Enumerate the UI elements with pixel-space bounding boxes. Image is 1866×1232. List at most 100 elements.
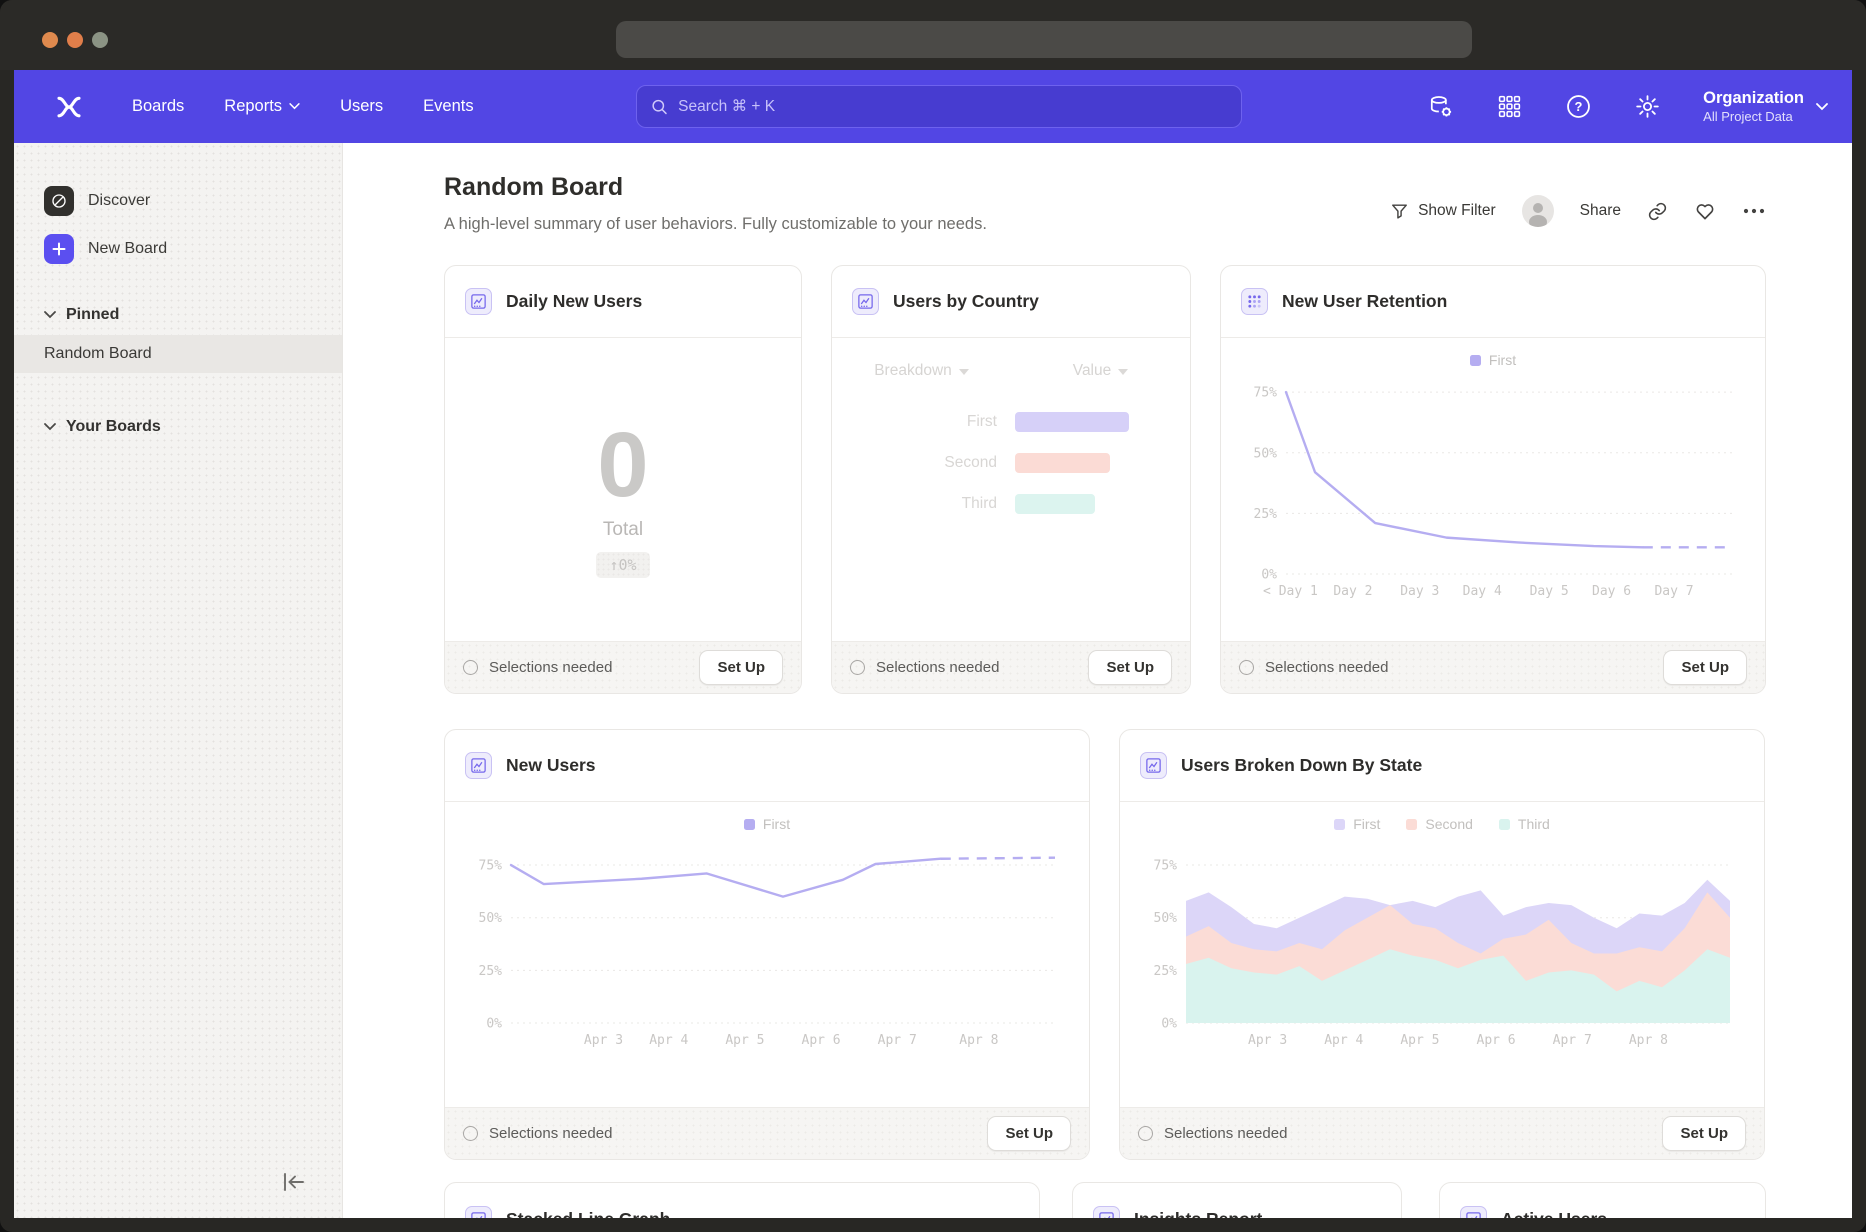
copy-link-button[interactable] <box>1647 201 1668 222</box>
show-filter-button[interactable]: Show Filter <box>1390 202 1496 221</box>
search-icon <box>651 98 668 116</box>
svg-text:75%: 75% <box>479 859 503 874</box>
sidebar-item-random-board[interactable]: Random Board <box>14 335 342 373</box>
card-header: Insights Report <box>1073 1183 1401 1218</box>
svg-text:25%: 25% <box>1254 507 1278 522</box>
retention-line-chart: 75%50%25%0%< Day 1Day 2Day 3Day 4Day 5Da… <box>1236 370 1750 600</box>
set-up-button[interactable]: Set Up <box>987 1116 1071 1151</box>
more-options-button[interactable] <box>1742 207 1766 215</box>
nav-item-users[interactable]: Users <box>340 97 383 116</box>
sidebar-collapse-button[interactable] <box>280 1171 308 1196</box>
window-minimize-button[interactable] <box>67 32 83 48</box>
share-button[interactable]: Share <box>1580 202 1621 220</box>
new-users-line-chart: 75%50%25%0%Apr 3Apr 4Apr 5Apr 6Apr 7Apr … <box>461 834 1073 1049</box>
card-header: New User Retention <box>1221 266 1765 338</box>
apps-grid-icon[interactable] <box>1496 93 1523 120</box>
favorite-button[interactable] <box>1694 200 1716 222</box>
mixpanel-logo-icon[interactable] <box>54 92 84 122</box>
window-zoom-button[interactable] <box>92 32 108 48</box>
sidebar-item-discover[interactable]: Discover <box>14 181 342 221</box>
line-chart-icon <box>1140 752 1167 779</box>
sidebar-item-label: Discover <box>88 192 150 210</box>
card-title: Insights Report <box>1134 1209 1262 1219</box>
bar-chart-preview: FirstSecondThird <box>832 412 1190 514</box>
browser-address-bar[interactable] <box>616 21 1472 58</box>
legend-swatch <box>1470 355 1481 366</box>
help-icon[interactable]: ? <box>1565 93 1592 120</box>
legend-swatch <box>744 819 755 830</box>
svg-text:50%: 50% <box>479 911 503 926</box>
svg-text:50%: 50% <box>1154 911 1178 926</box>
settings-gear-icon[interactable] <box>1634 93 1661 120</box>
chevron-down-icon <box>1816 103 1828 111</box>
window-close-button[interactable] <box>42 32 58 48</box>
set-up-button[interactable]: Set Up <box>699 650 783 685</box>
window-controls <box>42 32 108 48</box>
card-insights-report: Insights Report <box>1072 1182 1402 1218</box>
metric-delta-badge: ↑0% <box>596 552 649 578</box>
svg-text:Apr 8: Apr 8 <box>959 1033 998 1048</box>
svg-text:Day 4: Day 4 <box>1463 584 1502 599</box>
svg-text:25%: 25% <box>1154 964 1178 979</box>
legend-label: Second <box>1425 816 1472 832</box>
card-header: Daily New Users <box>445 266 801 338</box>
metric-label: Total <box>603 519 643 541</box>
svg-text:Day 3: Day 3 <box>1400 584 1439 599</box>
chevron-down-icon <box>289 103 300 110</box>
sidebar: Discover New Board Pinned Random Board Y… <box>14 143 343 1218</box>
card-header: Stacked Line Graph <box>445 1183 1039 1218</box>
nav-item-boards[interactable]: Boards <box>132 97 184 116</box>
legend-label: First <box>1489 352 1516 368</box>
card-users-by-state: Users Broken Down By State First Second … <box>1119 729 1765 1160</box>
board-canvas: Random Board A high-level summary of use… <box>343 143 1852 1218</box>
svg-text:0%: 0% <box>486 1017 502 1032</box>
card-header: New Users <box>445 730 1089 802</box>
nav-item-events[interactable]: Events <box>423 97 473 116</box>
svg-text:75%: 75% <box>1154 859 1178 874</box>
chart-legend: First <box>445 816 1089 832</box>
legend-label: First <box>763 816 790 832</box>
line-chart-icon <box>1460 1206 1487 1219</box>
set-up-button[interactable]: Set Up <box>1662 1116 1746 1151</box>
set-up-button[interactable]: Set Up <box>1663 650 1747 685</box>
chevron-down-icon <box>44 311 56 319</box>
card-title: Users by Country <box>893 291 1039 312</box>
sidebar-item-label: New Board <box>88 240 167 258</box>
status-circle-icon <box>463 660 478 675</box>
svg-text:Day 2: Day 2 <box>1333 584 1372 599</box>
card-active-users: Active Users <box>1439 1182 1766 1218</box>
legend-label: First <box>1353 816 1380 832</box>
svg-text:75%: 75% <box>1254 386 1278 401</box>
global-search[interactable] <box>636 85 1242 128</box>
sidebar-section-pinned[interactable]: Pinned <box>14 303 342 327</box>
organization-project: All Project Data <box>1703 109 1804 125</box>
data-management-icon[interactable] <box>1427 93 1454 120</box>
legend-swatch <box>1334 819 1345 830</box>
nav-item-reports[interactable]: Reports <box>224 97 300 116</box>
show-filter-label: Show Filter <box>1418 202 1496 220</box>
card-users-by-country: Users by Country Breakdown Value FirstSe… <box>831 265 1191 694</box>
svg-text:Day 5: Day 5 <box>1530 584 1569 599</box>
organization-switcher[interactable]: Organization All Project Data <box>1703 88 1828 125</box>
sidebar-section-label: Pinned <box>66 306 119 324</box>
set-up-button[interactable]: Set Up <box>1088 650 1172 685</box>
svg-text:Day 7: Day 7 <box>1654 584 1693 599</box>
sidebar-item-new-board[interactable]: New Board <box>14 229 342 269</box>
value-dropdown: Value <box>1011 362 1190 380</box>
app-window: Boards Reports Users Events ? <box>0 0 1866 1232</box>
avatar[interactable] <box>1522 195 1554 227</box>
legend-item: Second <box>1406 816 1472 832</box>
sidebar-item-label: Random Board <box>44 345 152 363</box>
svg-text:0%: 0% <box>1261 568 1277 583</box>
link-icon <box>1647 201 1668 222</box>
svg-text:Apr 5: Apr 5 <box>725 1033 764 1048</box>
card-footer: Selections needed Set Up <box>1221 641 1765 693</box>
search-input[interactable] <box>678 98 1227 116</box>
page-subtitle: A high-level summary of user behaviors. … <box>444 215 987 234</box>
sidebar-section-your-boards[interactable]: Your Boards <box>14 415 342 439</box>
navbar-right: ? Organization All Project Data <box>1427 70 1828 143</box>
svg-text:?: ? <box>1575 99 1583 114</box>
card-footer: Selections needed Set Up <box>832 641 1190 693</box>
status-text: Selections needed <box>876 659 1077 676</box>
status-text: Selections needed <box>489 659 688 676</box>
